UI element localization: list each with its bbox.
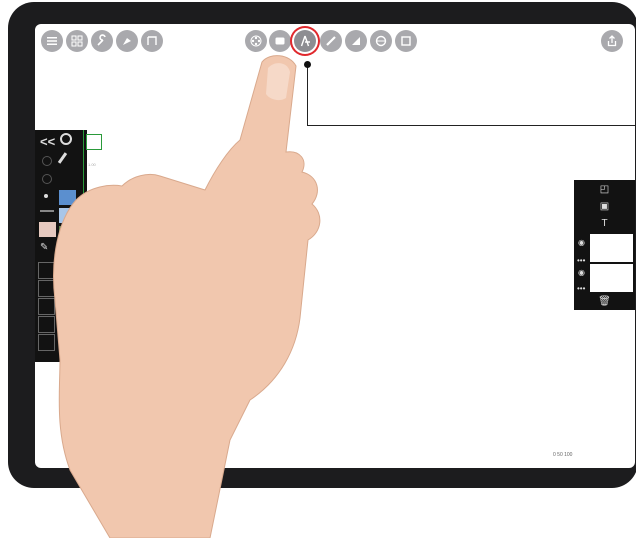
collapse-panel-button[interactable]: <<	[40, 134, 55, 149]
ruler-tool-button[interactable]	[320, 30, 342, 52]
brush-preset-5[interactable]	[38, 334, 55, 351]
rotate-icon[interactable]	[60, 133, 72, 145]
eyedropper-icon[interactable]: ✎	[40, 242, 48, 253]
undo-icon[interactable]	[42, 156, 52, 166]
brush-size-slider[interactable]: 1.00 0.50 0.25 0.10	[83, 130, 104, 320]
new-layer-icon[interactable]: ◰	[574, 184, 635, 195]
layer-more-icon[interactable]: •••	[577, 284, 585, 293]
tablet-device: << ✎ ﹀ 1.00 0.50 0.25 0.10 ◰ ▣ T ◉ ••• ◉…	[8, 2, 636, 488]
grid-icon	[71, 35, 83, 47]
brush-preset-3[interactable]	[38, 298, 55, 315]
zoom-scale-indicator: 0 50 100	[553, 452, 573, 458]
brush-wheel-button[interactable]	[245, 30, 267, 52]
crop-button[interactable]	[141, 30, 163, 52]
size-mark: 1.00	[88, 162, 96, 167]
pen-nib-icon	[123, 38, 131, 45]
share-icon	[607, 35, 617, 47]
current-color-swatch[interactable]	[39, 222, 56, 237]
share-button[interactable]	[601, 30, 623, 52]
square-tool-button[interactable]	[395, 30, 417, 52]
layer-visibility-eye-icon[interactable]: ◉	[578, 238, 585, 247]
gallery-button[interactable]	[41, 30, 63, 52]
brush-wheel-icon	[250, 35, 262, 47]
size-mark: 0.50	[88, 190, 96, 195]
text-layer-icon[interactable]: T	[574, 218, 635, 229]
trash-icon[interactable]: 🗑	[574, 296, 635, 307]
brush-preset-4[interactable]	[38, 316, 55, 333]
color-swatch[interactable]	[59, 280, 76, 295]
ruler-icon	[326, 36, 336, 46]
rectangle-icon	[275, 37, 285, 45]
color-swatch[interactable]	[59, 298, 76, 313]
size-selected-box	[86, 134, 102, 150]
color-swatch[interactable]	[59, 190, 76, 205]
color-swatch[interactable]	[59, 262, 76, 277]
brush-panel: << ✎ ﹀ 1.00 0.50 0.25 0.10	[35, 130, 102, 362]
color-swatch[interactable]	[59, 226, 76, 241]
crop-icon	[147, 36, 157, 45]
compass-tool-button[interactable]	[294, 30, 316, 52]
wrench-icon	[97, 34, 106, 46]
dot-brush-icon[interactable]	[44, 194, 48, 198]
callout-line-vertical	[307, 64, 308, 126]
size-mark: 0.25	[88, 220, 96, 225]
redo-icon[interactable]	[42, 174, 52, 184]
color-swatch[interactable]	[59, 208, 76, 223]
merge-icon[interactable]: ▣	[574, 201, 635, 212]
settings-button[interactable]	[91, 30, 113, 52]
color-swatch[interactable]	[59, 244, 76, 259]
ellipse-icon	[375, 35, 387, 47]
chevron-down-icon[interactable]: ﹀	[63, 340, 73, 355]
square-icon	[401, 36, 411, 46]
pen-button[interactable]	[116, 30, 138, 52]
divider	[40, 210, 54, 212]
color-swatch[interactable]	[59, 316, 76, 331]
compass-icon	[300, 35, 310, 47]
grid-button[interactable]	[66, 30, 88, 52]
layer-more-icon[interactable]: •••	[577, 256, 585, 265]
brush-preset-2[interactable]	[38, 280, 55, 297]
layer-visibility-eye-icon[interactable]: ◉	[578, 268, 585, 277]
rectangle-tool-button[interactable]	[269, 30, 291, 52]
callout-dot	[304, 61, 311, 68]
layers-panel: ◰ ▣ T ◉ ••• ◉ ••• 🗑	[574, 180, 635, 310]
ellipse-tool-button[interactable]	[370, 30, 392, 52]
callout-line-horizontal	[307, 125, 635, 126]
canvas-screen[interactable]: << ✎ ﹀ 1.00 0.50 0.25 0.10 ◰ ▣ T ◉ ••• ◉…	[35, 24, 635, 468]
gallery-icon	[47, 37, 57, 45]
size-mark: 0.10	[88, 250, 96, 255]
pencil-icon[interactable]	[57, 152, 68, 164]
triangle-tool-button[interactable]	[345, 30, 367, 52]
layer-thumbnail[interactable]	[590, 264, 633, 292]
layer-thumbnail[interactable]	[590, 234, 633, 262]
brush-preset-1[interactable]	[38, 262, 55, 279]
triangle-icon	[352, 37, 360, 45]
